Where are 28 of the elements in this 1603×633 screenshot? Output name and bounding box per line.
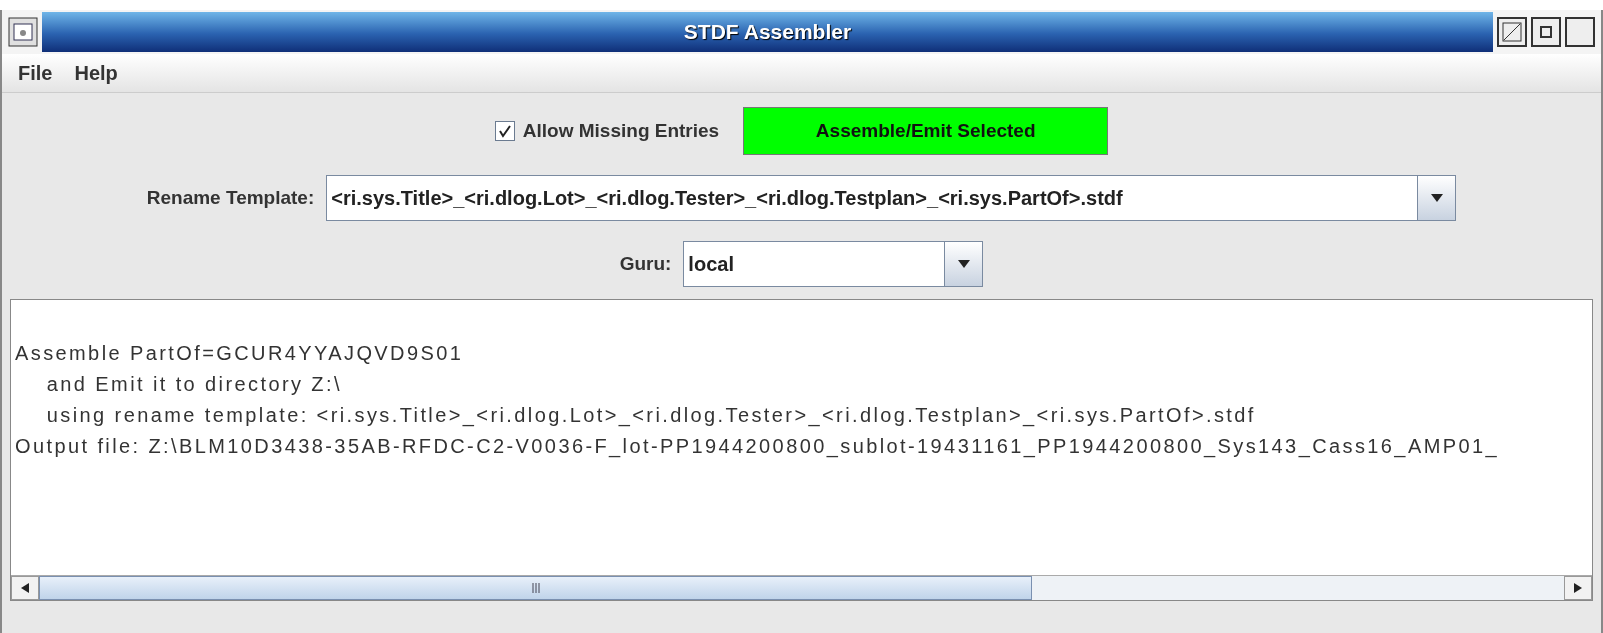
log-line: using rename template: <ri.sys.Title>_<ri.dlog.Lot>_<ri.dlog.Tester>_<ri.dlog.Testplan>_<ri.sys.PartOf>.stdf (45, 403, 1256, 429)
log-line: Assemble PartOf=GCUR4YYAJQVD9S01 (15, 341, 464, 366)
scroll-left-icon (19, 583, 31, 593)
scroll-right-icon (1572, 583, 1584, 593)
log-text-area[interactable] (10, 299, 1593, 601)
log-line: Output file: Z:\BLM10D3438-35AB-RFDC-C2-V0036-F_lot-PP1944200800_sublot-19431161_PP1944200800_Sys143_Cass16_AMP01_ (15, 434, 1499, 460)
maximize-button[interactable] (1497, 17, 1527, 47)
log-line: and Emit it to directory Z:\ (45, 372, 342, 397)
checkbox[interactable] (494, 121, 515, 141)
restore-button[interactable] (1565, 17, 1595, 47)
horizontal-scrollbar[interactable] (11, 575, 1592, 600)
minimize-button[interactable] (1531, 17, 1561, 47)
rename-template-combo[interactable]: <ri.sys.Title>_<ri.dlog.Lot>_<ri.dlog.Tester>_<ri.dlog.Testplan>_<ri.sys.PartOf>.stdf (326, 175, 1457, 221)
window-title: STDF Assembler (42, 12, 1493, 52)
dropdown-arrow-icon (1430, 193, 1443, 203)
guru-combo[interactable]: local (683, 241, 984, 287)
field-label: Guru: (619, 253, 672, 275)
assemble-button[interactable]: Assemble/Emit Selected (743, 107, 1109, 155)
checkbox-label: Allow Missing Entries (522, 120, 720, 142)
field-label: Rename Template: (146, 187, 315, 209)
minimize-icon (1540, 26, 1552, 38)
grip-icon (530, 582, 541, 594)
dropdown-arrow-icon (957, 259, 970, 269)
menu-item[interactable]: File (18, 61, 53, 85)
window-menu-icon[interactable] (8, 17, 38, 47)
menu-item[interactable]: Help (74, 61, 118, 85)
scroll-thumb[interactable] (39, 576, 1033, 600)
maximize-icon (1502, 22, 1522, 42)
